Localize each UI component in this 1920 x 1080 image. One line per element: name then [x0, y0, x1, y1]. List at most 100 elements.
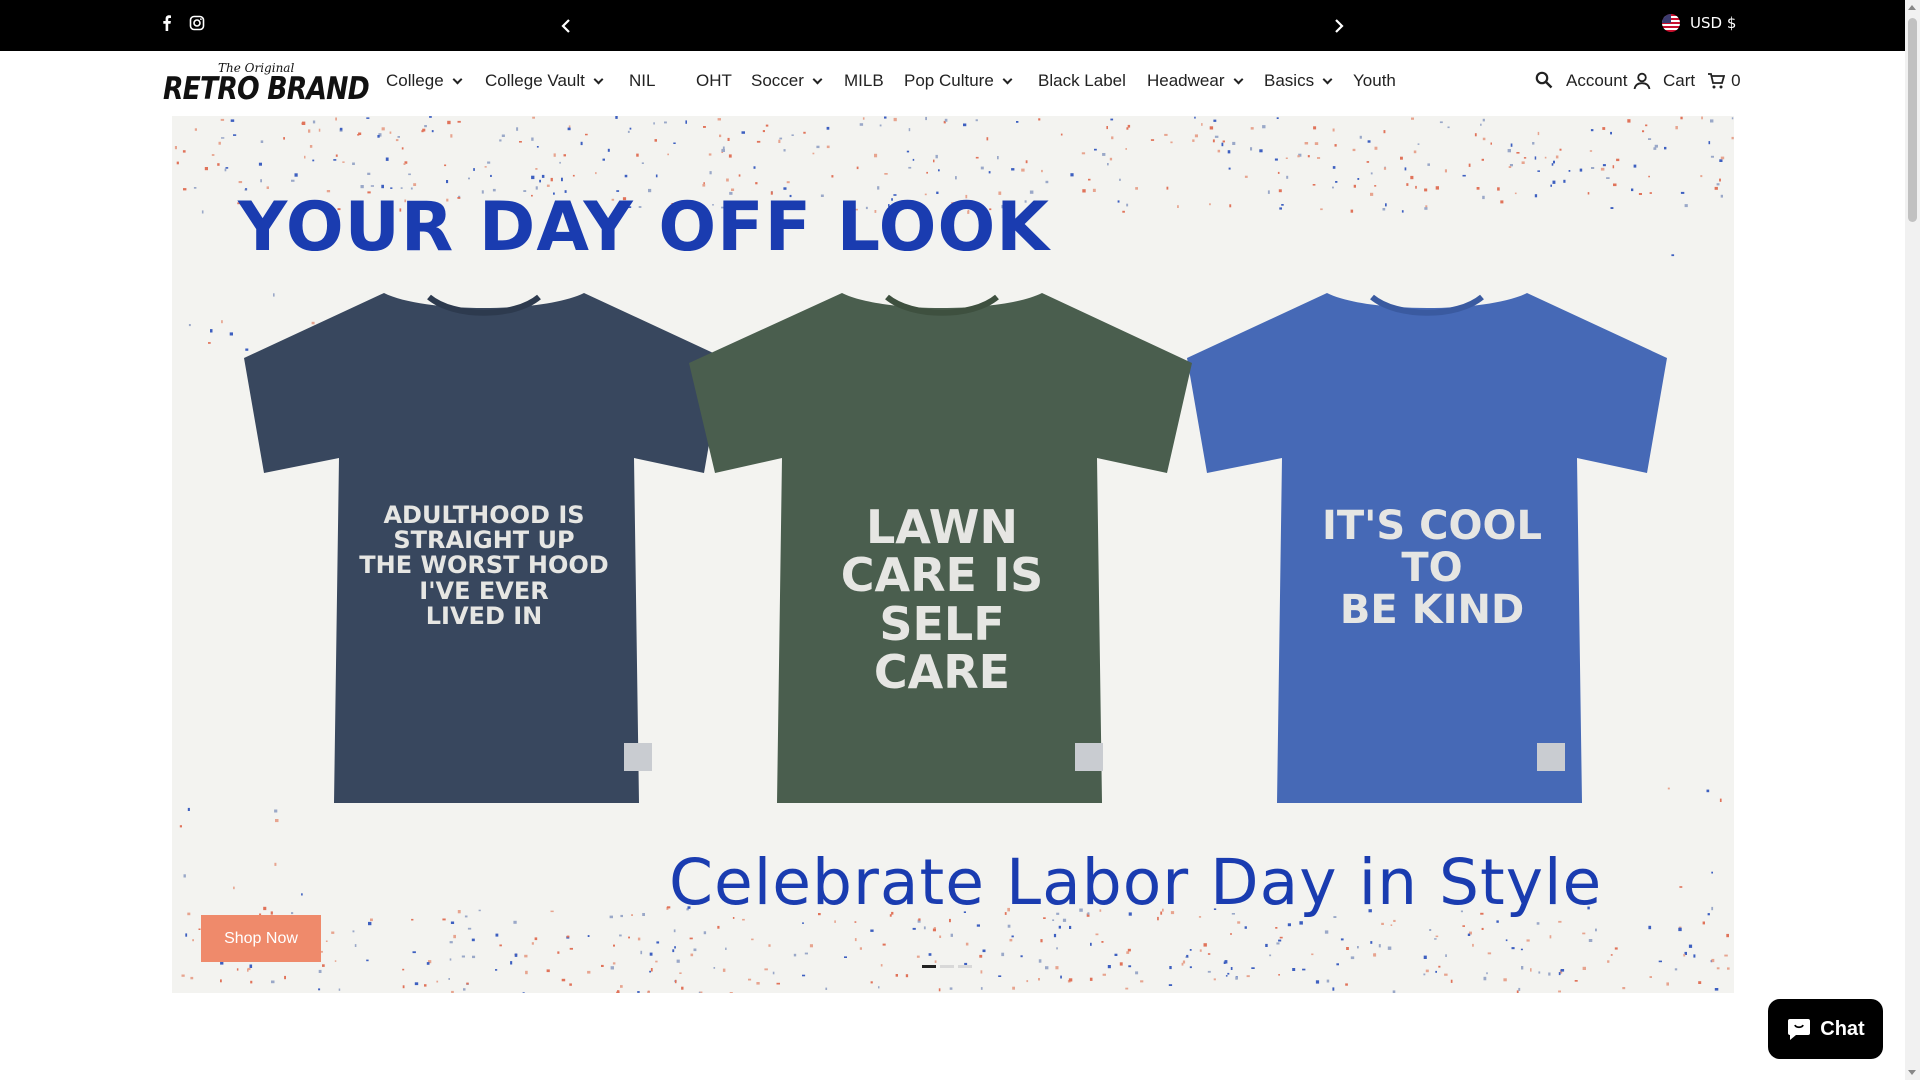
scroll-up-icon[interactable]: [1908, 5, 1916, 10]
confetti-speck: [906, 150, 910, 153]
confetti-speck: [1237, 921, 1241, 924]
nav-item-black-label[interactable]: Black Label: [1038, 71, 1126, 91]
confetti-speck: [1081, 152, 1086, 155]
confetti-speck: [1727, 967, 1730, 970]
announcement-prev-button[interactable]: [554, 14, 578, 38]
confetti-speck: [1435, 935, 1439, 938]
confetti-speck: [615, 116, 618, 119]
scroll-down-icon[interactable]: [1908, 1070, 1916, 1075]
confetti-speck: [916, 955, 920, 958]
nav-item-pop-culture[interactable]: Pop Culture: [904, 71, 1013, 91]
confetti-speck: [187, 807, 190, 811]
site-header: The Original RETRO BRAND College College…: [0, 51, 1905, 115]
confetti-speck: [1335, 181, 1338, 183]
confetti-speck: [1698, 981, 1702, 984]
confetti-speck: [1534, 156, 1537, 160]
nav-item-milb[interactable]: MILB: [844, 71, 884, 91]
nav-item-youth[interactable]: Youth: [1353, 71, 1396, 91]
confetti-speck: [1390, 924, 1393, 926]
scrollbar-thumb[interactable]: [1908, 18, 1917, 222]
confetti-speck: [1589, 150, 1593, 152]
confetti-speck: [1122, 210, 1125, 213]
brand-logo[interactable]: The Original RETRO BRAND: [163, 61, 370, 107]
slider-dot-2[interactable]: [940, 965, 954, 968]
tshirt-navy[interactable]: ADULTHOOD IS STRAIGHT UP THE WORST HOOD …: [234, 273, 734, 813]
confetti-speck: [1053, 933, 1057, 938]
confetti-speck: [791, 134, 794, 136]
confetti-speck: [1462, 174, 1466, 177]
nav-item-college[interactable]: College: [386, 71, 463, 91]
nav-item-oht[interactable]: OHT: [696, 71, 732, 91]
confetti-speck: [318, 969, 322, 973]
confetti-speck: [249, 964, 253, 968]
confetti-speck: [1383, 167, 1387, 170]
nav-item-basics[interactable]: Basics: [1264, 71, 1333, 91]
confetti-speck: [1548, 972, 1551, 976]
confetti-speck: [1590, 129, 1594, 132]
confetti-speck: [1126, 951, 1130, 954]
confetti-speck: [331, 931, 335, 934]
confetti-speck: [1207, 953, 1211, 955]
instagram-icon[interactable]: [189, 15, 205, 31]
nav-item-college-vault[interactable]: College Vault: [485, 71, 604, 91]
tshirt-green[interactable]: LAWN CARE IS SELF CARE: [677, 273, 1207, 813]
confetti-speck: [1424, 207, 1428, 210]
confetti-speck: [1269, 954, 1272, 957]
confetti-speck: [702, 184, 706, 187]
confetti-speck: [653, 122, 655, 125]
confetti-speck: [834, 920, 836, 923]
confetti-speck: [1674, 968, 1678, 971]
confetti-speck: [1041, 169, 1043, 173]
confetti-speck: [1278, 974, 1280, 976]
nav-item-headwear[interactable]: Headwear: [1147, 71, 1243, 91]
confetti-speck: [1119, 962, 1123, 966]
tshirt-blue[interactable]: IT'S COOL TO BE KIND: [1177, 273, 1677, 813]
confetti-speck: [1468, 163, 1471, 167]
tshirt-green-print: LAWN CARE IS SELF CARE: [840, 500, 1044, 699]
confetti-speck: [1201, 123, 1203, 126]
confetti-speck: [1693, 954, 1696, 958]
cart-link[interactable]: Cart 0: [1663, 71, 1741, 91]
confetti-speck: [1209, 203, 1211, 206]
confetti-speck: [1511, 947, 1515, 950]
slider-dot-3[interactable]: [958, 965, 972, 968]
confetti-speck: [1552, 180, 1556, 184]
confetti-speck: [1486, 972, 1488, 975]
confetti-speck: [335, 154, 338, 157]
confetti-speck: [1400, 156, 1403, 160]
confetti-speck: [1536, 922, 1540, 925]
confetti-speck: [1058, 925, 1061, 929]
confetti-speck: [944, 118, 948, 122]
confetti-speck: [1654, 144, 1658, 148]
account-link[interactable]: Account: [1566, 71, 1651, 91]
confetti-speck: [546, 184, 550, 187]
page-scrollbar[interactable]: [1905, 0, 1920, 1080]
search-button[interactable]: [1535, 71, 1553, 89]
facebook-icon[interactable]: [159, 15, 175, 31]
slider-dot-1[interactable]: [922, 965, 936, 968]
confetti-speck: [1345, 983, 1348, 986]
confetti-speck: [368, 921, 372, 926]
nav-item-nil[interactable]: NIL: [629, 71, 655, 91]
confetti-speck: [1203, 943, 1207, 947]
confetti-speck: [1374, 146, 1378, 150]
currency-selector[interactable]: USD $: [1662, 14, 1736, 32]
chat-button[interactable]: Chat: [1768, 999, 1883, 1059]
confetti-speck: [449, 958, 452, 961]
confetti-speck: [585, 133, 588, 136]
confetti-speck: [1259, 149, 1263, 153]
nav-item-soccer[interactable]: Soccer: [751, 71, 823, 91]
shop-now-button[interactable]: Shop Now: [201, 915, 321, 962]
confetti-speck: [1168, 984, 1173, 986]
confetti-speck: [291, 912, 294, 915]
confetti-speck: [980, 970, 983, 974]
confetti-speck: [997, 156, 999, 160]
confetti-speck: [719, 134, 722, 138]
confetti-speck: [708, 153, 712, 156]
confetti-speck: [698, 991, 701, 993]
confetti-speck: [1370, 941, 1373, 944]
announcement-next-button[interactable]: [1327, 14, 1351, 38]
confetti-speck: [183, 188, 187, 191]
confetti-speck: [935, 154, 938, 159]
confetti-speck: [366, 117, 370, 119]
